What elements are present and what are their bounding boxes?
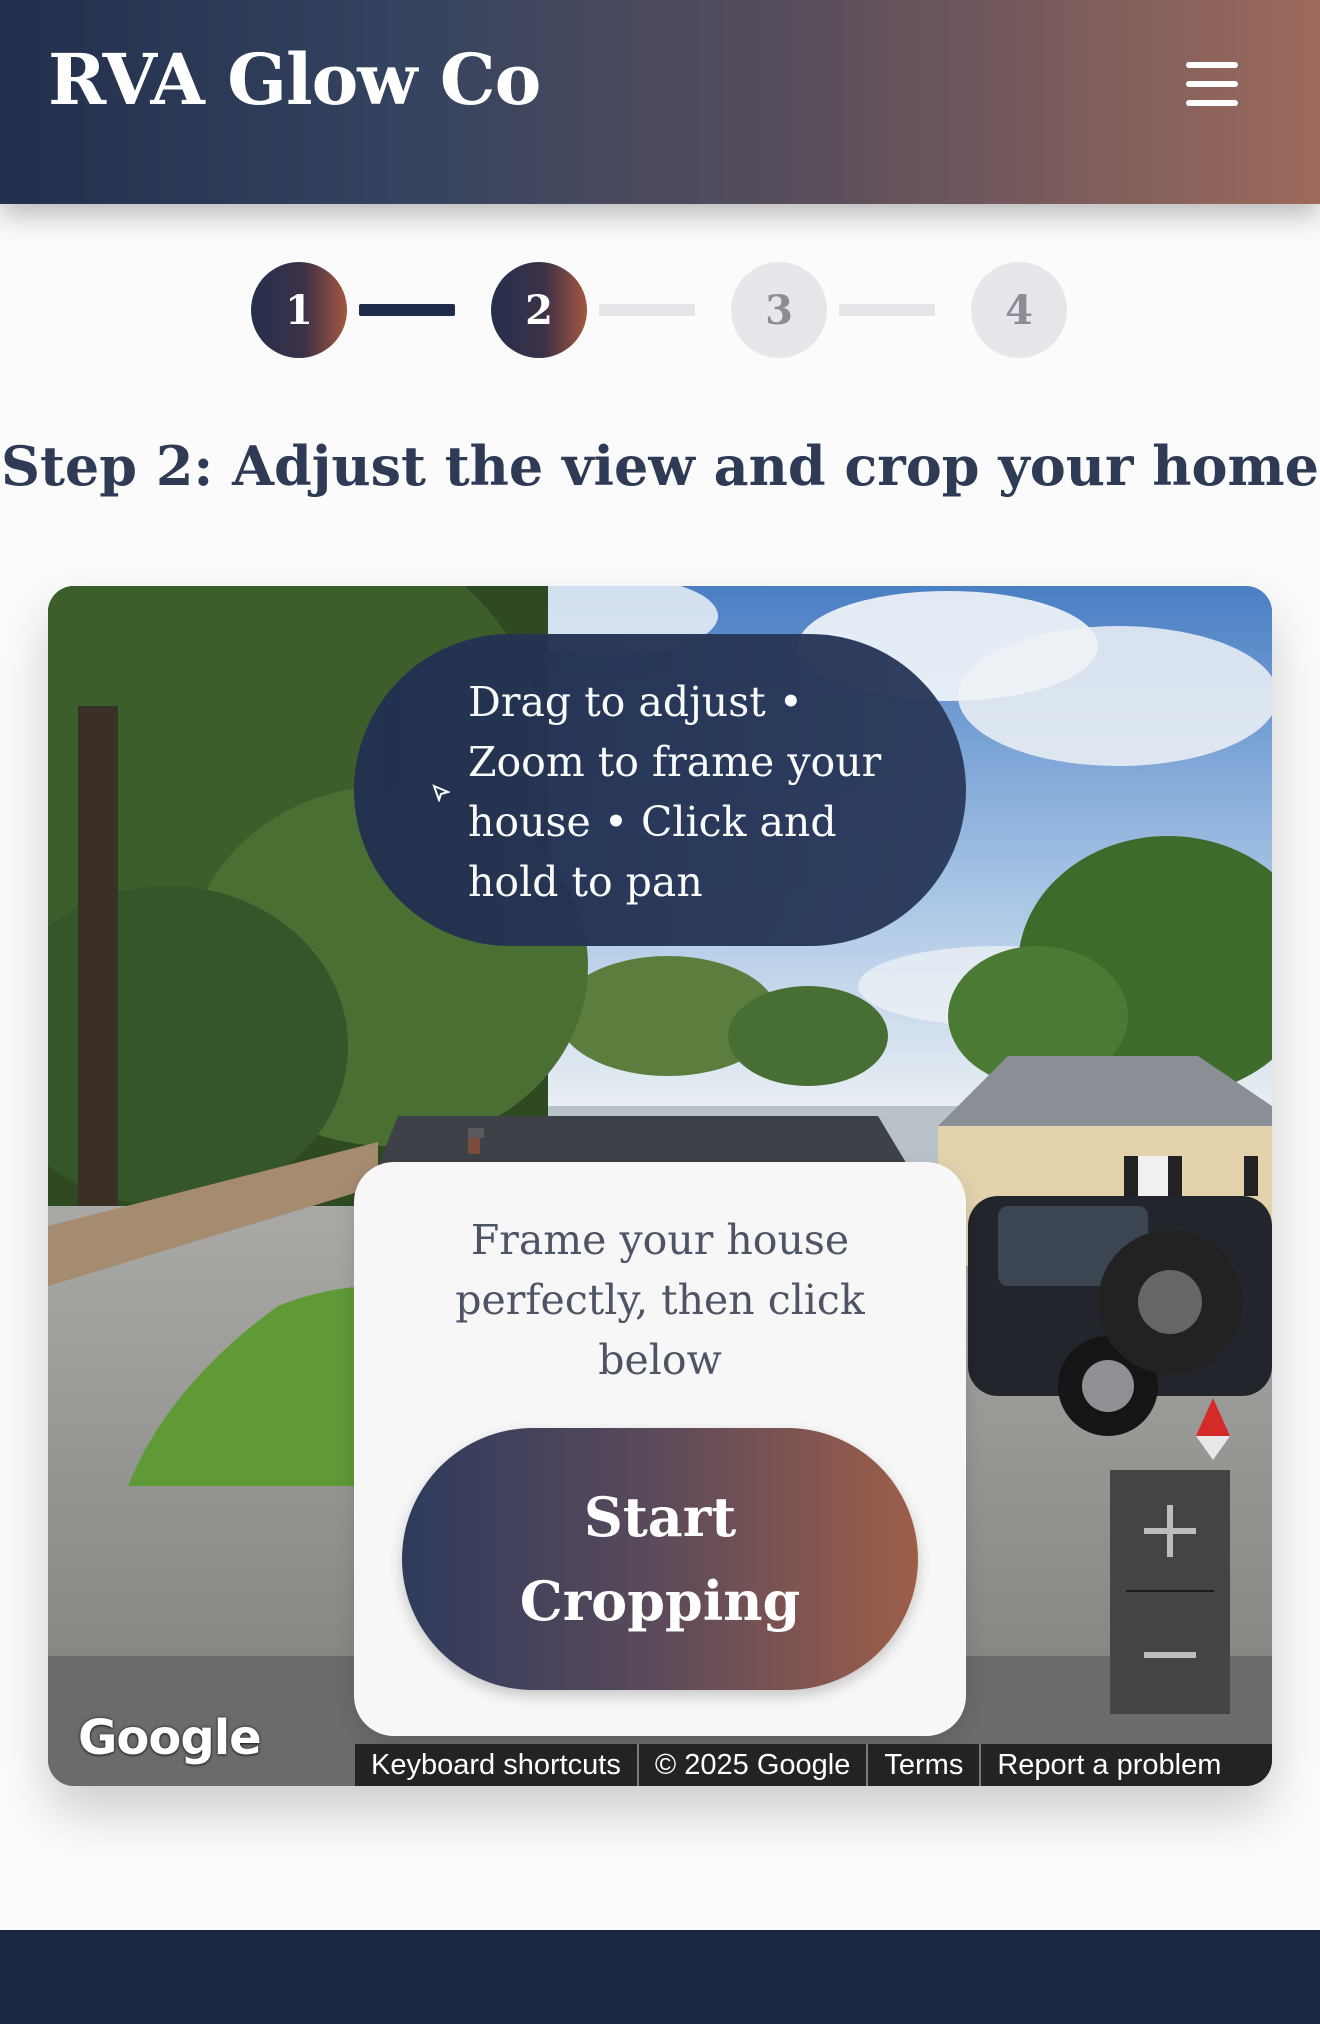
site-header: RVA Glow Co: [0, 0, 1320, 204]
zoom-out-button[interactable]: [1110, 1594, 1230, 1714]
step-3-circle: 3: [731, 262, 827, 358]
step-1-circle: 1: [251, 262, 347, 358]
pan-hint-text: Drag to adjust • Zoom to frame your hous…: [468, 678, 882, 906]
copyright-text: © 2025 Google: [639, 1744, 869, 1786]
cursor-icon: [432, 784, 450, 802]
hamburger-line: [1186, 100, 1238, 106]
step-connector-1: [359, 304, 455, 316]
hamburger-menu-icon: [1186, 62, 1238, 68]
hamburger-line: [1186, 81, 1238, 87]
terms-link[interactable]: Terms: [868, 1744, 982, 1786]
hamburger-menu-button[interactable]: [1180, 60, 1244, 108]
keyboard-shortcuts-link[interactable]: Keyboard shortcuts: [355, 1744, 639, 1786]
zoom-divider: [1126, 1590, 1214, 1592]
minus-icon: [1144, 1652, 1196, 1658]
compass-icon[interactable]: [1196, 1398, 1230, 1460]
crop-card: Frame your house perfectly, then click b…: [354, 1162, 966, 1736]
google-logo[interactable]: Google: [78, 1710, 262, 1766]
brand-logo-text[interactable]: RVA Glow Co: [48, 38, 541, 121]
start-cropping-button[interactable]: Start Cropping: [402, 1428, 918, 1690]
site-footer: [0, 1930, 1320, 2024]
map-attribution-bar: Keyboard shortcuts © 2025 Google Terms R…: [355, 1744, 1272, 1786]
street-view-map[interactable]: Drag to adjust • Zoom to frame your hous…: [48, 586, 1272, 1786]
pan-hint-tooltip: Drag to adjust • Zoom to frame your hous…: [354, 634, 966, 946]
step-connector-3: [839, 304, 935, 316]
step-2-circle: 2: [491, 262, 587, 358]
zoom-control: [1110, 1470, 1230, 1714]
plus-icon-vertical: [1167, 1505, 1173, 1557]
zoom-in-button[interactable]: [1110, 1470, 1230, 1590]
step-connector-2: [599, 304, 695, 316]
pegman-icon[interactable]: [1098, 1230, 1242, 1374]
step-4-circle: 4: [971, 262, 1067, 358]
report-problem-link[interactable]: Report a problem: [981, 1744, 1237, 1786]
page-title: Step 2: Adjust the view and crop your ho…: [0, 434, 1320, 498]
crop-instruction: Frame your house perfectly, then click b…: [455, 1216, 865, 1384]
